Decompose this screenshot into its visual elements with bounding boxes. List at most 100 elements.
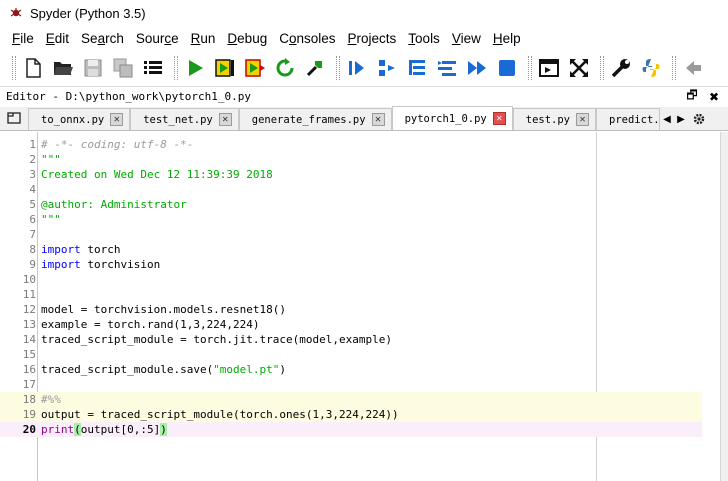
close-tab-icon[interactable]: ✕ [218,113,232,126]
line-number: 9 [29,258,36,271]
debug-button[interactable] [344,55,370,81]
close-tab-icon[interactable]: ✕ [110,113,124,126]
step-return-button[interactable] [434,55,460,81]
code-token: traced_script_module = torch.jit.trace(m… [41,333,392,346]
menu-edit[interactable]: Edit [40,29,75,49]
tab-scroll-left-icon[interactable]: ◀ [660,108,674,130]
save-icon [84,59,102,77]
maximize-pane-button[interactable] [536,55,562,81]
line-number: 7 [29,228,36,241]
line-number: 14 [22,333,36,346]
undock-pane-button[interactable]: 🗗 [684,88,700,105]
fullscreen-button[interactable] [566,55,592,81]
tab-options-button[interactable] [688,108,710,130]
new-file-button[interactable] [20,55,46,81]
menu-consoles[interactable]: Consoles [273,29,341,49]
preferences-button[interactable] [608,55,634,81]
title-bar: Spyder (Python 3.5) [0,0,728,26]
tab-predict[interactable]: predict. [596,108,661,130]
code-line[interactable]: 15 [0,347,702,362]
toolbar-separator [600,56,604,80]
close-pane-button[interactable]: ✖ [706,89,722,105]
code-line[interactable]: 1 # -*- coding: utf-8 -*- [0,137,702,152]
tab-test-net[interactable]: test_net.py ✕ [130,108,239,130]
code-token: """ [41,213,61,226]
menu-debug[interactable]: Debug [221,29,273,49]
stop-debug-button[interactable] [494,55,520,81]
code-line[interactable]: 20 print(output[0,:5]) [0,422,702,437]
code-line[interactable]: 5 @author: Administrator [0,197,702,212]
code-line[interactable]: 8 import torch [0,242,702,257]
code-line[interactable]: 12 model = torchvision.models.resnet18() [0,302,702,317]
tab-generate-frames[interactable]: generate_frames.py ✕ [238,108,392,130]
code-line[interactable]: 7 [0,227,702,242]
rerun-button[interactable] [272,55,298,81]
code-token: output[0,:5] [80,423,161,436]
step-button[interactable] [374,55,400,81]
line-number: 19 [22,408,36,421]
menu-projects[interactable]: Projects [342,29,403,49]
browse-tabs-button[interactable] [0,106,28,130]
menu-bar: File Edit Search Source Run Debug Consol… [0,28,728,50]
editor-tab-bar: to_onnx.py ✕ test_net.py ✕ generate_frames… [0,106,728,131]
editor-vertical-scrollbar[interactable] [720,132,728,481]
code-text: """ [41,152,61,167]
new-file-icon [26,58,41,78]
line-number: 1 [29,138,36,151]
line-number: 16 [22,363,36,376]
open-file-button[interactable] [50,55,76,81]
tab-test[interactable]: test.py ✕ [512,108,597,130]
run-file-button[interactable] [182,55,208,81]
back-button[interactable] [680,55,706,81]
continue-button[interactable] [464,55,490,81]
code-text: import torchvision [41,257,160,272]
tab-to-onnx[interactable]: to_onnx.py ✕ [28,108,131,130]
code-text: output = traced_script_module(torch.ones… [41,407,399,422]
code-line[interactable]: 16 traced_script_module.save("model.pt") [0,362,702,377]
python-path-button[interactable] [638,55,664,81]
back-arrow-icon [686,61,701,75]
save-button[interactable] [80,55,106,81]
code-line[interactable]: 9 import torchvision [0,257,702,272]
file-list-button[interactable] [140,55,166,81]
close-tab-icon[interactable]: ✕ [371,113,385,126]
code-text: traced_script_module.save("model.pt") [41,362,286,377]
step-into-button[interactable] [404,55,430,81]
code-line[interactable]: 18 #%% [0,392,702,407]
code-line[interactable]: 13 example = torch.rand(1,3,224,224) [0,317,702,332]
rerun-icon [276,58,294,77]
configure-run-button[interactable] [302,55,328,81]
line-number: 17 [22,378,36,391]
code-line[interactable]: 10 [0,272,702,287]
continue-icon [468,61,486,75]
close-tab-icon[interactable]: ✕ [492,112,506,125]
toolbar-separator [528,56,532,80]
code-line[interactable]: 4 [0,182,702,197]
code-line[interactable]: 17 [0,377,702,392]
code-line[interactable]: 3 Created on Wed Dec 12 11:39:39 2018 [0,167,702,182]
editor-pane-title: Editor - D:\python_work\pytorch1_0.py [6,90,252,103]
run-cell-advance-button[interactable] [242,55,268,81]
code-token: "model.pt" [213,363,280,376]
menu-view[interactable]: View [446,29,487,49]
menu-source[interactable]: Source [130,29,185,49]
code-editor[interactable]: 1 # -*- coding: utf-8 -*- 2 """ 3 Created on … [0,132,720,481]
menu-file[interactable]: File [6,29,40,49]
code-line[interactable]: 14 traced_script_module = torch.jit.trace… [0,332,702,347]
tab-scroll-right-icon[interactable]: ▶ [674,108,688,130]
code-line[interactable]: 6 """ [0,212,702,227]
save-all-button[interactable] [110,55,136,81]
code-line[interactable]: 19 output = traced_script_module(torch.on… [0,407,702,422]
tab-pytorch1-0[interactable]: pytorch1_0.py ✕ [391,106,513,130]
close-tab-icon[interactable]: ✕ [576,113,590,126]
toolbar-handle[interactable] [12,56,16,80]
code-text: import torch [41,242,121,257]
code-token: output = traced_script_module(torch.ones… [41,408,399,421]
menu-tools[interactable]: Tools [402,29,446,49]
menu-help[interactable]: Help [487,29,527,49]
code-line[interactable]: 11 [0,287,702,302]
run-cell-button[interactable] [212,55,238,81]
code-line[interactable]: 2 """ [0,152,702,167]
menu-run[interactable]: Run [185,29,222,49]
menu-search[interactable]: Search [75,29,130,49]
